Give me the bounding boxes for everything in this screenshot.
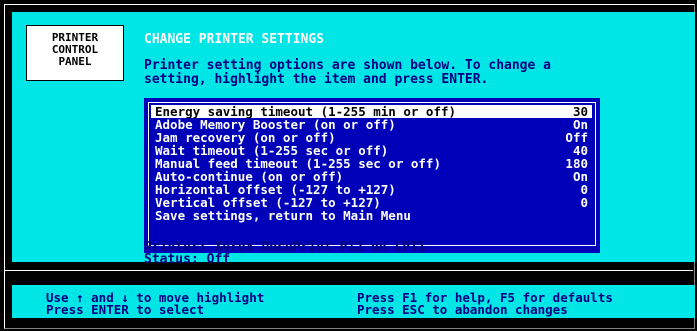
menu-item-save-settings[interactable]: Save settings, return to Main Menu [151, 209, 592, 222]
menu-item-label: Save settings, return to Main Menu [155, 208, 411, 223]
menu-item-value: 0 [580, 195, 588, 210]
page-title: CHANGE PRINTER SETTINGS [144, 32, 325, 47]
settings-menu-frame: Energy saving timeout (1-255 min or off)… [148, 102, 596, 246]
help-bar: Use ↑ and ↓ to move highlight Press ENTE… [12, 285, 695, 318]
help-press-esc: Press ESC to abandon changes [357, 302, 568, 317]
printer-control-panel-logo: PRINTER CONTROL PANEL [26, 25, 124, 81]
help-press-enter: Press ENTER to select [46, 302, 205, 317]
instruction-line-2: setting, highlight the item and press EN… [144, 72, 489, 87]
main-panel: PRINTER CONTROL PANEL CHANGE PRINTER SET… [12, 12, 695, 267]
logo-line-3: PANEL [58, 55, 92, 68]
divider [4, 270, 693, 271]
instruction-line-1: Printer setting options are shown below.… [144, 58, 551, 73]
printer-status: Status: Off [144, 252, 231, 267]
settings-menu: Energy saving timeout (1-255 min or off)… [144, 98, 600, 253]
